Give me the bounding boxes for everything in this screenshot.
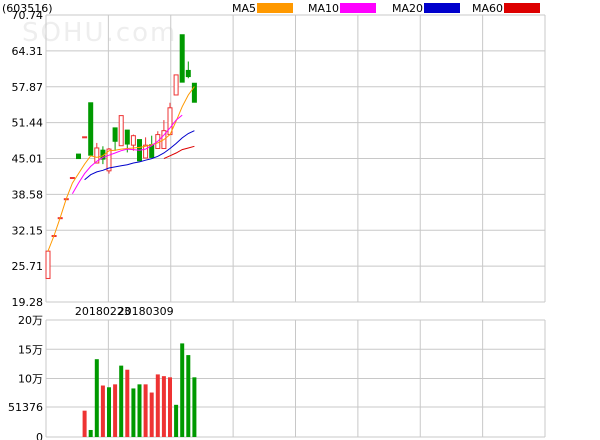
volume-bar <box>161 376 166 437</box>
legend-label: MA60 <box>472 2 503 15</box>
volume-tick-label: 10万 <box>18 373 43 386</box>
price-tick-label: 70.74 <box>12 9 44 22</box>
volume-bar <box>88 429 93 437</box>
legend-swatch <box>340 3 376 13</box>
candle-body <box>112 127 118 142</box>
price-tick-label: 38.58 <box>12 188 44 201</box>
volume-bar <box>125 369 130 437</box>
volume-bar <box>149 392 154 437</box>
candle-body <box>191 82 197 103</box>
candle-body <box>124 129 130 145</box>
candle-body <box>82 136 88 139</box>
volume-bar <box>137 384 142 437</box>
price-tick-label: 64.31 <box>12 45 44 58</box>
volume-bar <box>113 384 118 437</box>
stock-chart: (603516) 70.7464.3157.8751.4445.0138.583… <box>2 2 546 440</box>
candle-body <box>185 69 191 78</box>
volume-bar <box>168 377 172 437</box>
text-layer: (603516) 70.7464.3157.8751.4445.0138.583… <box>2 2 174 440</box>
volume-bar <box>155 374 160 437</box>
legend: MA5 MA10 MA20 MA60 <box>232 2 540 15</box>
volume-bar <box>94 359 99 437</box>
price-tick-label: 51.44 <box>12 117 44 130</box>
volume-bar <box>180 343 185 437</box>
candle-body <box>179 34 185 83</box>
candle-body <box>173 74 179 96</box>
legend-label: MA20 <box>392 2 423 15</box>
price-tick-label: 32.15 <box>12 224 44 237</box>
volume-bar <box>186 355 191 437</box>
price-tick-label: 57.87 <box>12 81 44 94</box>
legend-swatch <box>424 3 460 13</box>
candle-body <box>45 250 51 279</box>
date-label: 20180309 <box>118 305 174 318</box>
volume-bar <box>143 384 148 437</box>
volume-bar <box>119 365 124 437</box>
volume-bar <box>131 388 136 437</box>
candle-body <box>88 102 94 156</box>
ma60-line <box>163 145 195 160</box>
candle-body <box>69 177 75 180</box>
legend-label: MA5 <box>232 2 256 15</box>
volume-bar <box>107 387 111 437</box>
price-tick-label: 19.28 <box>12 296 44 309</box>
volume-tick-label: 20万 <box>18 314 43 327</box>
candle-body <box>118 115 124 147</box>
volume-tick-label: 15万 <box>18 343 43 356</box>
price-tick-label: 45.01 <box>12 153 44 166</box>
legend-label: MA10 <box>308 2 339 15</box>
volume-tick-label: 51376 <box>8 401 43 414</box>
volume-bar <box>174 404 179 437</box>
price-tick-label: 25.71 <box>12 260 44 273</box>
volume-layer <box>82 343 197 437</box>
volume-tick-label: 0 <box>36 431 43 440</box>
candles-layer <box>45 34 197 279</box>
volume-bar <box>82 410 87 437</box>
volume-bar <box>192 377 197 437</box>
legend-swatch <box>504 3 540 13</box>
candle-body <box>130 135 136 146</box>
volume-bar <box>100 385 105 437</box>
candle-body <box>76 153 81 160</box>
candle-body <box>143 144 149 159</box>
legend-swatch <box>257 3 293 13</box>
